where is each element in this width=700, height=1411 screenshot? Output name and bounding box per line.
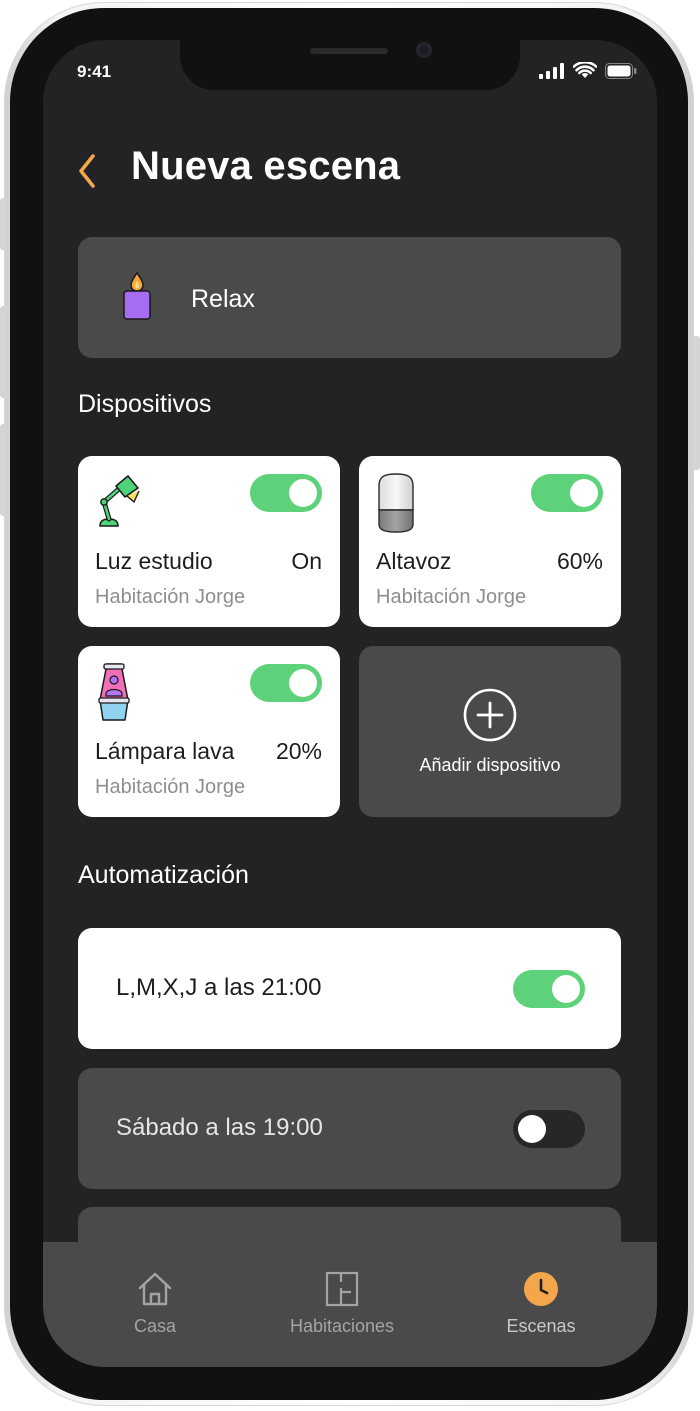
device-toggle-altavoz[interactable] [531,474,603,512]
add-device-button[interactable]: Añadir dispositivo [359,646,621,817]
device-value: On [291,548,322,574]
power-button [694,336,700,470]
device-room: Habitación Jorge [376,586,527,608]
device-value: 60% [556,548,603,574]
device-room: Habitación Jorge [95,586,246,608]
device-value: 20% [275,738,322,764]
device-card-lampara-lava[interactable]: Lámpara lava 20% Habitación Jorge [78,646,340,817]
front-camera [416,42,432,58]
automation-toggle[interactable] [513,1110,585,1148]
scene-name-card[interactable]: Relax [78,237,621,358]
automation-item[interactable]: Sábado a las 19:00 [78,1068,621,1189]
tab-bar: Casa Habitaciones Escenas [43,1242,657,1367]
floorplan-icon [325,1271,359,1307]
wifi-icon [573,62,597,78]
status-icons [539,62,637,79]
page-title: Nueva escena [131,144,401,188]
lava-lamp-icon [98,663,130,721]
clock-icon [524,1272,558,1306]
device-toggle-luz-estudio[interactable] [250,474,322,512]
toggle-knob [570,479,598,507]
plus-circle-icon [463,688,517,742]
device-card-luz-estudio[interactable]: Luz estudio On Habitación Jorge [78,456,340,627]
device-toggle-lampara-lava[interactable] [250,664,322,702]
speaker-grille [310,48,388,54]
tab-label: Habitaciones [289,1316,395,1336]
back-button[interactable] [73,152,103,192]
automation-label: L,M,X,J a las 21:00 [116,974,322,1001]
automation-toggle[interactable] [513,970,585,1008]
volume-down-button [0,424,6,516]
volume-up-button [0,306,6,398]
desk-lamp-icon [99,475,140,527]
device-name: Altavoz [376,548,452,574]
toggle-knob [552,975,580,1003]
devices-section-title: Dispositivos [78,390,212,418]
toggle-knob [289,669,317,697]
notch [180,40,520,90]
silent-switch [0,198,6,250]
toggle-knob [289,479,317,507]
candle-icon [123,271,151,320]
device-room: Habitación Jorge [95,776,246,798]
home-icon [138,1272,172,1306]
toggle-knob [518,1115,546,1143]
tab-escenas[interactable]: Escenas [466,1270,616,1337]
device-card-altavoz[interactable]: Altavoz 60% Habitación Jorge [359,456,621,627]
device-name: Lámpara lava [95,738,235,764]
smart-speaker-icon [378,473,414,533]
battery-icon [605,62,637,79]
automation-section-title: Automatización [78,861,249,889]
device-name: Luz estudio [95,548,213,574]
automation-item[interactable]: L,M,X,J a las 21:00 [78,928,621,1049]
screen: 9:41 Nueva escena Relax Dispositivos Luz… [43,40,657,1367]
tab-label: Escenas [506,1316,576,1336]
add-device-label: Añadir dispositivo [419,755,561,775]
signal-icon [539,62,564,79]
automation-label: Sábado a las 19:00 [116,1114,323,1141]
tab-casa[interactable]: Casa [80,1270,230,1337]
tab-label: Casa [133,1316,177,1336]
tab-habitaciones[interactable]: Habitaciones [267,1270,417,1337]
chevron-left-icon [79,154,95,188]
scene-name: Relax [191,285,255,313]
status-time: 9:41 [77,62,112,81]
